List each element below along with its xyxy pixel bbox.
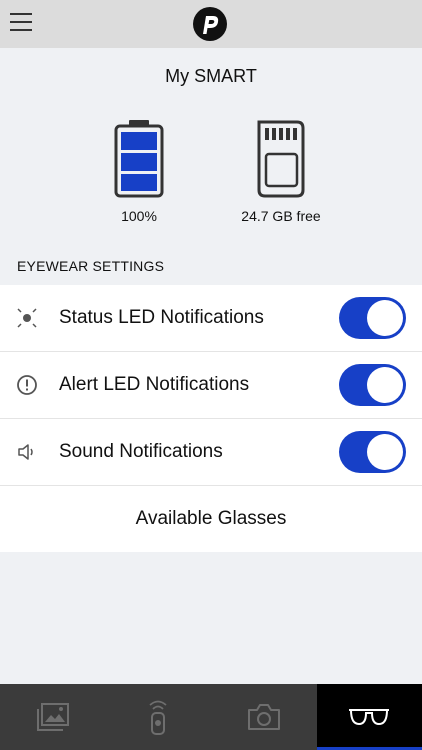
- alert-led-toggle[interactable]: [339, 364, 406, 406]
- camera-icon: [247, 704, 280, 730]
- settings-list: Status LED Notifications Alert LED Notif…: [0, 285, 422, 552]
- top-bar: [0, 0, 422, 48]
- gallery-icon: [36, 703, 69, 731]
- tab-glasses[interactable]: [316, 684, 422, 750]
- device-title: My SMART: [165, 66, 257, 86]
- storage-free: 24.7 GB free: [241, 208, 321, 224]
- hamburger-menu-icon[interactable]: [10, 13, 34, 35]
- available-glasses-button[interactable]: Available Glasses: [0, 486, 422, 552]
- setting-label: Alert LED Notifications: [59, 374, 250, 395]
- alert-icon: [17, 375, 37, 395]
- sd-card-icon: [257, 120, 305, 198]
- status-led-icon: [17, 308, 37, 328]
- setting-row-alert-led: Alert LED Notifications: [0, 352, 422, 419]
- status-led-toggle[interactable]: [339, 297, 406, 339]
- section-header-eyewear-settings: EYEWEAR SETTINGS: [17, 258, 165, 274]
- bottom-tab-bar: [0, 684, 422, 750]
- sound-toggle[interactable]: [339, 431, 406, 473]
- setting-row-sound: Sound Notifications: [0, 419, 422, 486]
- speaker-icon: [18, 444, 33, 460]
- battery-status: 100%: [59, 118, 219, 224]
- remote-control-icon: [149, 700, 167, 735]
- tab-gallery[interactable]: [0, 684, 106, 750]
- battery-percentage: 100%: [121, 208, 157, 224]
- battery-icon: [114, 120, 164, 198]
- p-logo-icon: [193, 7, 227, 41]
- setting-label: Status LED Notifications: [59, 307, 264, 328]
- setting-label: Sound Notifications: [59, 441, 223, 462]
- glasses-icon: [349, 709, 390, 726]
- tab-remote[interactable]: [106, 684, 212, 750]
- storage-status: 24.7 GB free: [201, 118, 361, 224]
- setting-row-status-led: Status LED Notifications: [0, 285, 422, 352]
- tab-camera[interactable]: [211, 684, 317, 750]
